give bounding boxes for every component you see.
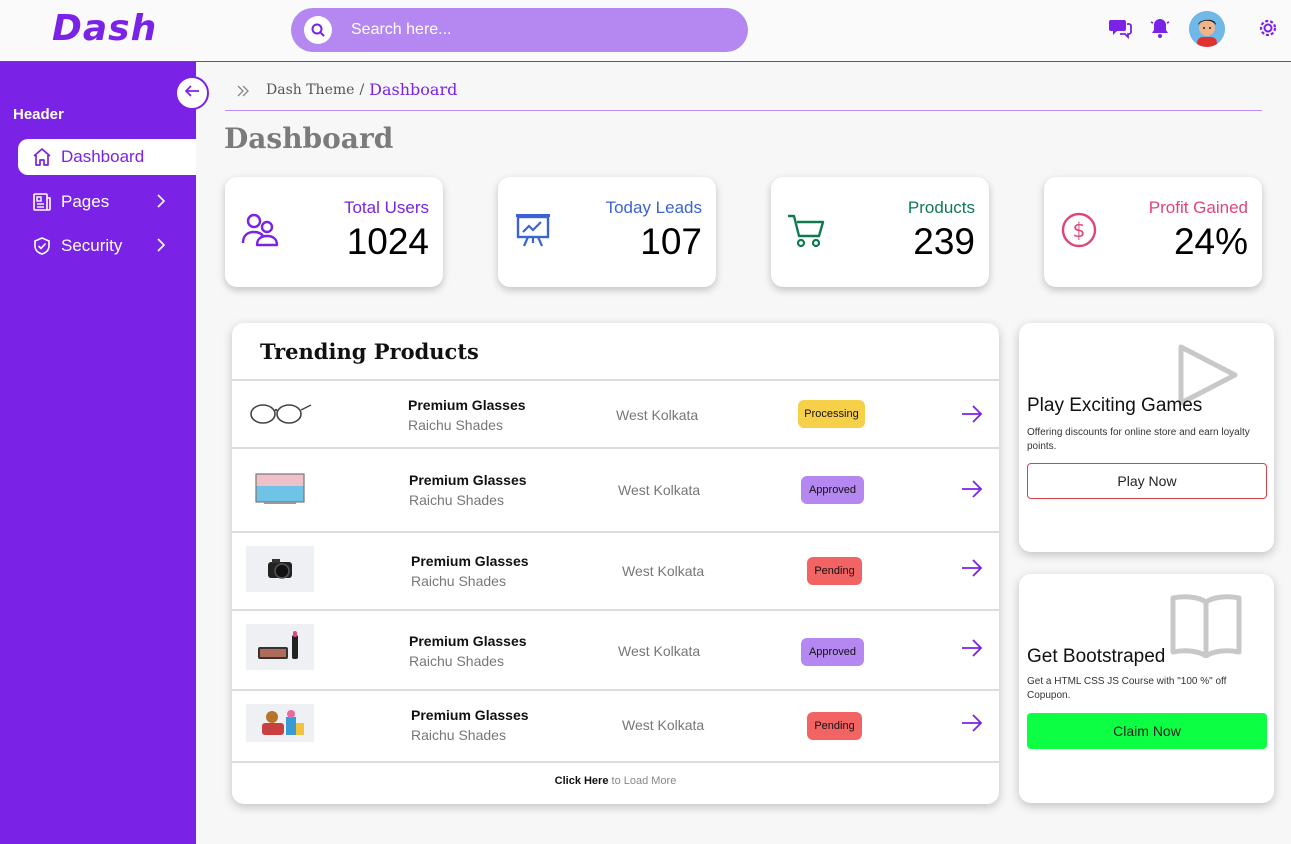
- toys-image: [246, 704, 314, 742]
- shield-icon: [32, 236, 52, 256]
- load-more-link[interactable]: Click Here to Load More: [232, 775, 999, 787]
- chevron-right-icon: [156, 193, 166, 214]
- stat-label: Today Leads: [605, 198, 702, 217]
- product-brand: Raichu Shades: [408, 417, 503, 433]
- trending-title: Trending Products: [260, 339, 479, 364]
- page-title: Dashboard: [224, 122, 394, 155]
- product-name: Premium Glasses: [408, 397, 526, 413]
- search-icon[interactable]: [304, 16, 332, 44]
- top-bar: Dash: [0, 0, 1291, 62]
- arrow-right-icon[interactable]: [959, 555, 985, 581]
- breadcrumb-current: Dashboard: [369, 80, 458, 99]
- table-row[interactable]: Premium Glasses Raichu Shades West Kolka…: [232, 381, 999, 449]
- status-badge: Pending: [807, 712, 862, 740]
- gear-icon[interactable]: [1256, 16, 1280, 40]
- product-brand: Raichu Shades: [409, 492, 504, 508]
- promo-description: Get a HTML CSS JS Course with "100 %" of…: [1027, 676, 1227, 701]
- product-location: West Kolkata: [616, 407, 699, 423]
- stat-card-today-leads: Today Leads 107: [498, 177, 716, 287]
- product-location: West Kolkata: [618, 643, 701, 659]
- arrow-right-icon[interactable]: [959, 401, 985, 427]
- load-more-text: to Load More: [611, 775, 677, 787]
- product-location: West Kolkata: [622, 563, 705, 579]
- search-input[interactable]: [351, 8, 731, 52]
- stat-card-products: Products 239: [771, 177, 989, 287]
- sidebar-header: Header: [13, 106, 64, 123]
- svg-text:$: $: [1073, 218, 1086, 242]
- sidebar-collapse-button[interactable]: [175, 76, 209, 110]
- search-bar[interactable]: [291, 8, 748, 52]
- product-name: Premium Glasses: [411, 707, 529, 723]
- glasses-image: [246, 389, 314, 435]
- product-name: Premium Glasses: [409, 633, 527, 649]
- arrow-right-icon[interactable]: [959, 710, 985, 736]
- home-icon: [32, 147, 52, 167]
- product-location: West Kolkata: [618, 482, 701, 498]
- promo-card-games: Play Exciting Games Offering discounts f…: [1019, 323, 1274, 552]
- breadcrumb-divider: [225, 110, 1262, 111]
- stat-value: 107: [640, 221, 702, 262]
- breadcrumb-root[interactable]: Dash Theme: [266, 82, 354, 98]
- promo-title: Get Bootstraped: [1027, 646, 1166, 667]
- product-name: Premium Glasses: [409, 472, 527, 488]
- dollar-icon: $: [1058, 209, 1100, 251]
- status-badge: Processing: [798, 400, 865, 428]
- status-badge: Pending: [807, 557, 862, 585]
- avatar[interactable]: [1189, 11, 1225, 47]
- load-more-bold[interactable]: Click Here: [555, 775, 609, 787]
- chat-icon[interactable]: [1108, 16, 1132, 40]
- table-row[interactable]: Premium Glasses Raichu Shades West Kolka…: [232, 691, 999, 763]
- stat-value: 24%: [1173, 221, 1248, 262]
- double-chevron-icon[interactable]: [236, 82, 250, 101]
- users-icon: [239, 209, 281, 251]
- sidebar-item-security[interactable]: Security: [18, 228, 196, 264]
- stat-label: Total Users: [343, 198, 429, 217]
- cart-icon: [785, 209, 827, 251]
- stat-label: Profit Gained: [1148, 198, 1248, 217]
- sidebar: Header Dashboard Pages Security: [0, 62, 196, 844]
- stat-label: Products: [907, 198, 975, 217]
- sidebar-item-label: Dashboard: [61, 147, 145, 166]
- stat-card-total-users: Total Users 1024: [225, 177, 443, 287]
- stat-value: 239: [913, 221, 975, 262]
- stat-value: 1024: [346, 221, 429, 262]
- pages-icon: [32, 192, 52, 212]
- product-location: West Kolkata: [622, 717, 705, 733]
- status-badge: Approved: [801, 638, 864, 666]
- promo-card-bootstrap: Get Bootstraped Get a HTML CSS JS Course…: [1019, 574, 1274, 803]
- arrow-right-icon[interactable]: [959, 476, 985, 502]
- stat-card-profit-gained: $ Profit Gained 24%: [1044, 177, 1262, 287]
- sidebar-item-dashboard[interactable]: Dashboard: [18, 139, 196, 175]
- arrow-right-icon[interactable]: [959, 635, 985, 661]
- makeup-image: [246, 624, 314, 670]
- product-brand: Raichu Shades: [411, 727, 506, 743]
- table-row[interactable]: Premium Glasses Raichu Shades West Kolka…: [232, 533, 999, 611]
- product-name: Premium Glasses: [411, 553, 529, 569]
- product-brand: Raichu Shades: [409, 653, 504, 669]
- sidebar-item-label: Security: [61, 236, 123, 255]
- app-logo[interactable]: Dash: [52, 8, 157, 49]
- promo-description: Offering discounts for online store and …: [1027, 427, 1250, 452]
- table-row[interactable]: Premium Glasses Raichu Shades West Kolka…: [232, 449, 999, 533]
- claim-now-button[interactable]: Claim Now: [1027, 713, 1267, 749]
- presentation-chart-icon: [512, 209, 554, 251]
- book-icon: [1169, 592, 1243, 663]
- play-now-button[interactable]: Play Now: [1027, 463, 1267, 499]
- table-row[interactable]: Premium Glasses Raichu Shades West Kolka…: [232, 611, 999, 691]
- sidebar-item-pages[interactable]: Pages: [18, 184, 196, 220]
- breadcrumb: Dash Theme / Dashboard: [236, 80, 457, 99]
- arrow-left-icon: [183, 84, 201, 103]
- breadcrumb-separator: /: [359, 81, 365, 98]
- sidebar-item-label: Pages: [61, 192, 110, 211]
- product-brand: Raichu Shades: [411, 573, 506, 589]
- camera-image: [246, 546, 314, 592]
- chevron-right-icon: [156, 237, 166, 258]
- tv-image: [246, 466, 314, 512]
- trending-products-card: Trending Products Premium Glasses Raichu…: [232, 323, 999, 804]
- promo-title: Play Exciting Games: [1027, 395, 1203, 416]
- bell-icon[interactable]: [1148, 16, 1172, 40]
- status-badge: Approved: [801, 476, 864, 504]
